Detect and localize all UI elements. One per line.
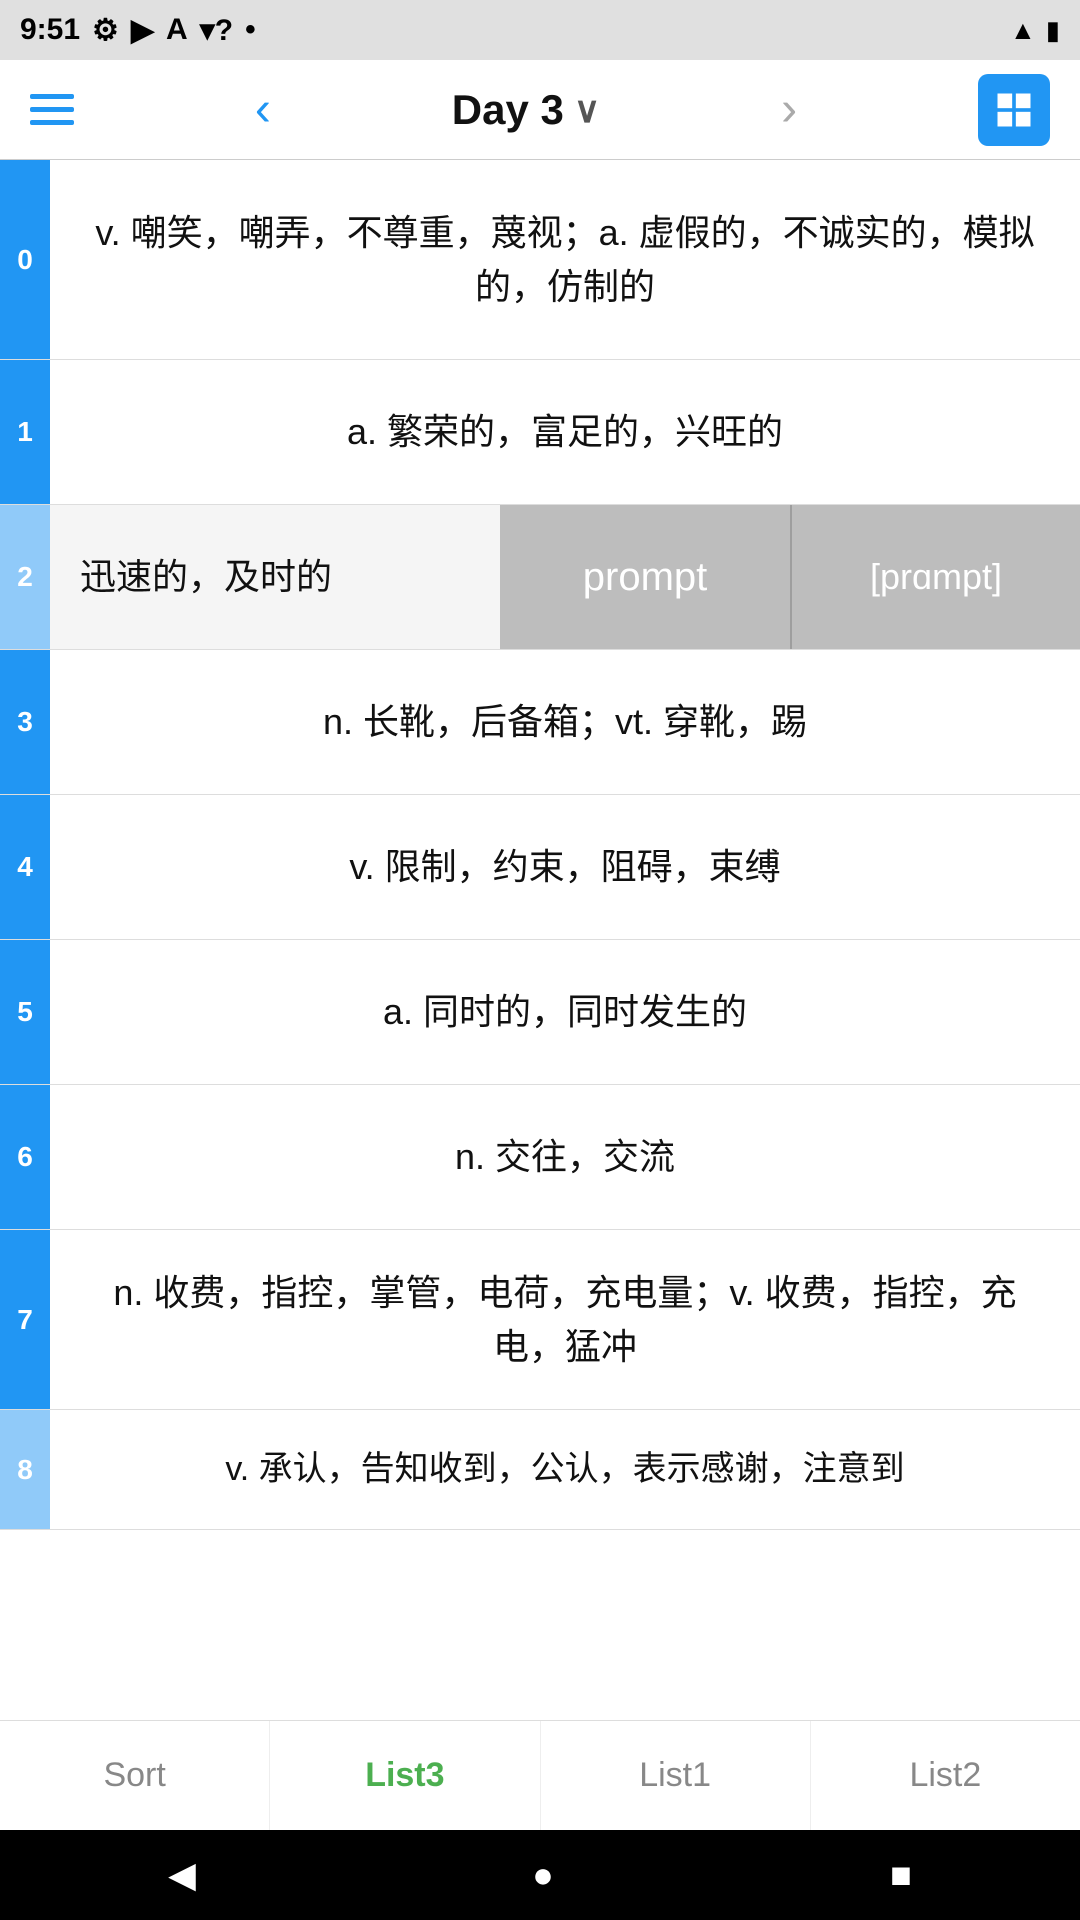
list-item[interactable]: 8 v. 承认，告知收到，公认，表示感谢，注意到 [0,1410,1080,1530]
back-button[interactable]: ‹ [255,86,271,134]
list-item[interactable]: 6 n. 交往，交流 [0,1085,1080,1230]
menu-button[interactable] [30,94,74,125]
word-list: 0 v. 嘲笑，嘲弄，不尊重，蔑视；a. 虚假的，不诚实的，模拟的，仿制的 1 … [0,160,1080,1810]
word-definition: a. 繁荣的，富足的，兴旺的 [50,377,1080,487]
popup-pronunciation-button[interactable]: [prɑmpt] [790,505,1080,649]
word-index: 2 [0,505,50,649]
word-definition: v. 嘲笑，嘲弄，不尊重，蔑视；a. 虚假的，不诚实的，模拟的，仿制的 [50,178,1080,342]
nav-title[interactable]: Day 3 ∨ [452,86,600,134]
list-item[interactable]: 7 n. 收费，指控，掌管，电荷，充电量；v. 收费，指控，充电，猛冲 [0,1230,1080,1410]
wifi-icon: ▾? [200,13,233,48]
list-item[interactable]: 2 迅速的，及时的 prompt [prɑmpt] [0,505,1080,650]
word-definition: n. 长靴，后备箱；vt. 穿靴，踢 [50,667,1080,777]
android-home-button[interactable]: ● [532,1854,554,1896]
word-definition: v. 限制，约束，阻碍，束缚 [50,812,1080,922]
signal-icon: ▲ [1010,15,1036,46]
list-item[interactable]: 5 a. 同时的，同时发生的 [0,940,1080,1085]
list-item[interactable]: 1 a. 繁荣的，富足的，兴旺的 [0,360,1080,505]
chevron-down-icon: ∨ [574,89,600,131]
bottom-tab-bar: Sort List3 List1 List2 [0,1720,1080,1830]
word-index: 8 [0,1410,50,1529]
word-index: 5 [0,940,50,1084]
word-index: 4 [0,795,50,939]
tab-list3[interactable]: List3 [270,1721,540,1830]
status-time: 9:51 [20,13,80,47]
battery-icon: ▮ [1046,15,1060,46]
tab-sort[interactable]: Sort [0,1721,270,1830]
word-definition: n. 交往，交流 [50,1102,1080,1212]
word-definition: a. 同时的，同时发生的 [50,957,1080,1067]
forward-button[interactable]: › [781,86,797,134]
word-definition: n. 收费，指控，掌管，电荷，充电量；v. 收费，指控，充电，猛冲 [50,1238,1080,1402]
word-index: 3 [0,650,50,794]
dot-icon: • [245,13,256,47]
popup-word-button[interactable]: prompt [500,505,790,649]
word-popup[interactable]: prompt [prɑmpt] [500,505,1080,649]
android-nav-bar: ◀ ● ■ [0,1830,1080,1920]
status-bar: 9:51 ⚙ ▶ A ▾? • ▲ ▮ [0,0,1080,60]
tab-list2[interactable]: List2 [811,1721,1080,1830]
tab-list1[interactable]: List1 [541,1721,811,1830]
top-nav: ‹ Day 3 ∨ › [0,60,1080,160]
word-index: 7 [0,1230,50,1409]
word-index: 0 [0,160,50,359]
list-item[interactable]: 3 n. 长靴，后备箱；vt. 穿靴，踢 [0,650,1080,795]
list-item[interactable]: 4 v. 限制，约束，阻碍，束缚 [0,795,1080,940]
android-back-button[interactable]: ◀ [168,1854,196,1896]
font-icon: A [166,13,188,47]
android-recent-button[interactable]: ■ [890,1854,912,1896]
list-item[interactable]: 0 v. 嘲笑，嘲弄，不尊重，蔑视；a. 虚假的，不诚实的，模拟的，仿制的 [0,160,1080,360]
list-view-button[interactable] [978,74,1050,146]
settings-icon: ⚙ [92,13,119,48]
play-icon: ▶ [131,13,154,48]
word-definition: v. 承认，告知收到，公认，表示感谢，注意到 [50,1416,1080,1523]
word-index: 1 [0,360,50,504]
word-index: 6 [0,1085,50,1229]
